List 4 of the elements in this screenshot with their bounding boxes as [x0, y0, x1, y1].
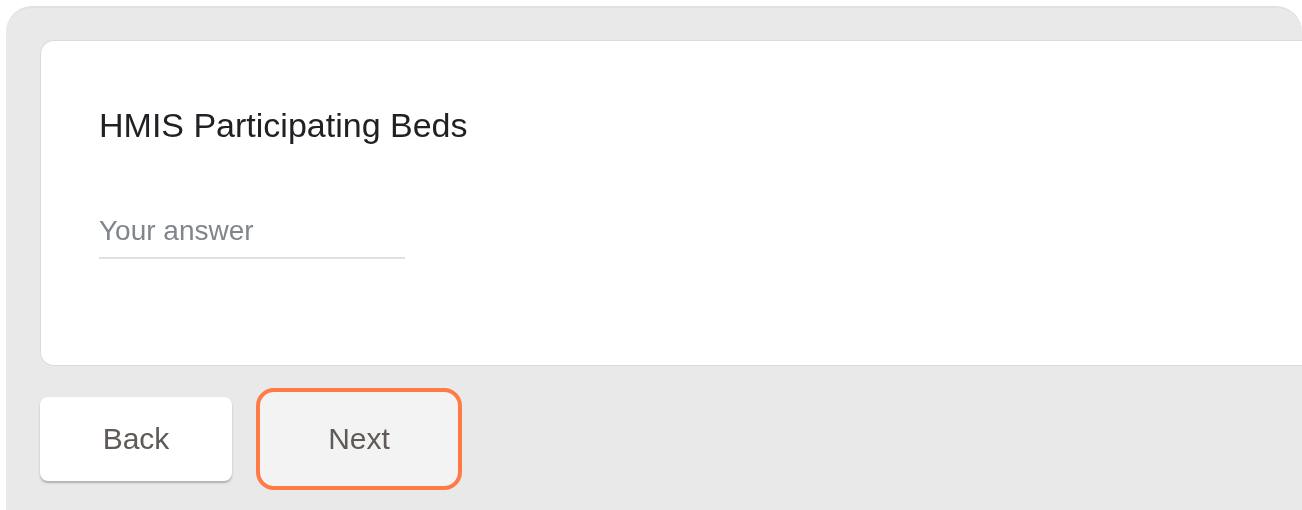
nav-button[interactable]: Back	[40, 397, 232, 481]
answer-field[interactable]: Your answer	[99, 211, 405, 259]
question-title: HMIS Participating Beds	[99, 105, 469, 146]
nav-button[interactable]: Next	[256, 388, 462, 490]
